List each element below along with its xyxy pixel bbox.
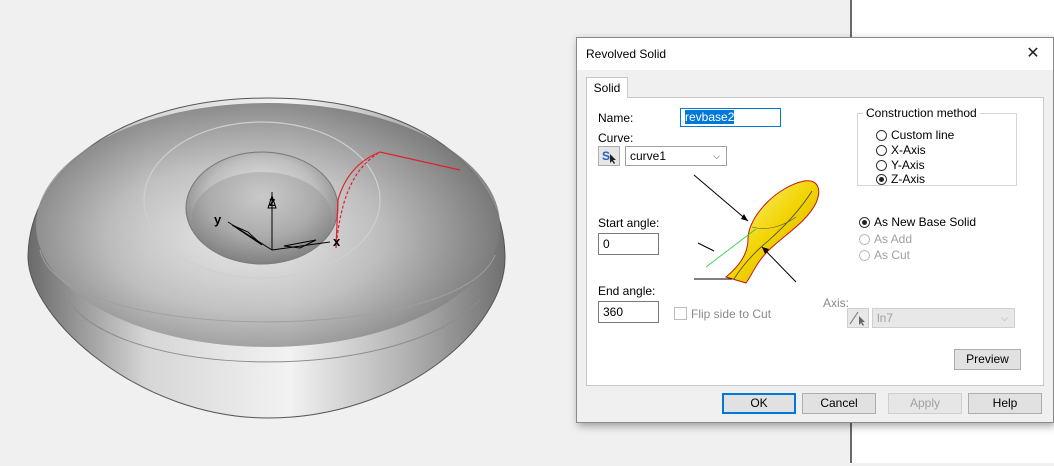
flip-side-checkbox[interactable]: Flip side to Cut	[674, 307, 771, 321]
dropdown-arrow-icon: ⌵	[713, 151, 720, 161]
radio-y-axis[interactable]: Y-Axis	[876, 158, 925, 173]
name-field[interactable]: revbase2	[680, 108, 781, 127]
pick-curve-icon: S	[602, 149, 616, 164]
axis-dropdown[interactable]: ln7 ⌵	[872, 308, 1015, 328]
radio-x-axis[interactable]: X-Axis	[876, 143, 926, 158]
start-angle-label: Start angle:	[598, 216, 660, 230]
radio-as-new-base-solid[interactable]: As New Base Solid	[859, 215, 976, 230]
radio-button-selected[interactable]	[859, 217, 870, 228]
close-icon[interactable]: ✕	[1023, 44, 1043, 64]
z-axis-label: z	[269, 194, 276, 209]
name-value: revbase2	[685, 110, 735, 124]
pick-axis-button[interactable]	[847, 308, 869, 328]
tab-solid[interactable]: Solid	[586, 77, 628, 98]
x-axis-label: x	[333, 234, 341, 249]
axis-label: Axis:	[823, 296, 850, 310]
revolve-illustration	[693, 174, 820, 284]
axis-value: ln7	[877, 311, 894, 325]
radio-as-add[interactable]: As Add	[859, 232, 912, 247]
dropdown-arrow-icon: ⌵	[1001, 313, 1008, 323]
radio-label: As Cut	[874, 248, 911, 262]
end-angle-label: End angle:	[598, 284, 656, 298]
radio-button[interactable]	[876, 130, 887, 141]
solid-tab-panel: Name: revbase2 Curve: S curve1 ⌵ Start a…	[586, 97, 1044, 386]
radio-label: Custom line	[891, 128, 955, 142]
radio-button[interactable]	[876, 160, 887, 171]
radio-label: Z-Axis	[891, 172, 925, 186]
construction-legend: Construction method	[866, 106, 977, 120]
pick-curve-button[interactable]: S	[598, 146, 620, 166]
radio-label: As Add	[874, 232, 913, 246]
preview-button[interactable]: Preview	[954, 349, 1021, 370]
apply-button[interactable]: Apply	[888, 393, 962, 414]
help-button[interactable]: Help	[968, 393, 1042, 414]
radio-button[interactable]	[859, 234, 870, 245]
flip-label: Flip side to Cut	[691, 307, 772, 321]
radio-as-cut[interactable]: As Cut	[859, 248, 910, 263]
radio-label: X-Axis	[891, 143, 926, 157]
name-label: Name:	[598, 111, 634, 125]
dialog-titlebar[interactable]: Revolved Solid ✕	[577, 38, 1053, 70]
dialog-title: Revolved Solid	[586, 47, 667, 61]
radio-custom-line[interactable]: Custom line	[876, 128, 954, 143]
ok-button[interactable]: OK	[722, 393, 796, 414]
curve-dropdown[interactable]: curve1 ⌵	[625, 146, 727, 166]
radio-button[interactable]	[859, 250, 870, 261]
svg-text:S: S	[602, 149, 610, 163]
curve-value: curve1	[630, 149, 667, 163]
cancel-button[interactable]: Cancel	[802, 393, 876, 414]
end-angle-field[interactable]: 360	[598, 301, 659, 323]
revolved-solid-dialog: Revolved Solid ✕ Solid Name: revbase2 Cu…	[576, 37, 1054, 423]
y-axis-label: y	[214, 212, 222, 227]
radio-label: As New Base Solid	[874, 215, 977, 229]
start-angle-field[interactable]: 0	[598, 233, 659, 255]
curve-label: Curve:	[598, 131, 634, 145]
flip-checkbox-box[interactable]	[674, 307, 687, 320]
radio-z-axis[interactable]: Z-Axis	[876, 172, 925, 187]
radio-button[interactable]	[876, 145, 887, 156]
radio-button-selected[interactable]	[876, 174, 887, 185]
pick-axis-icon	[849, 311, 865, 326]
radio-label: Y-Axis	[891, 158, 925, 172]
